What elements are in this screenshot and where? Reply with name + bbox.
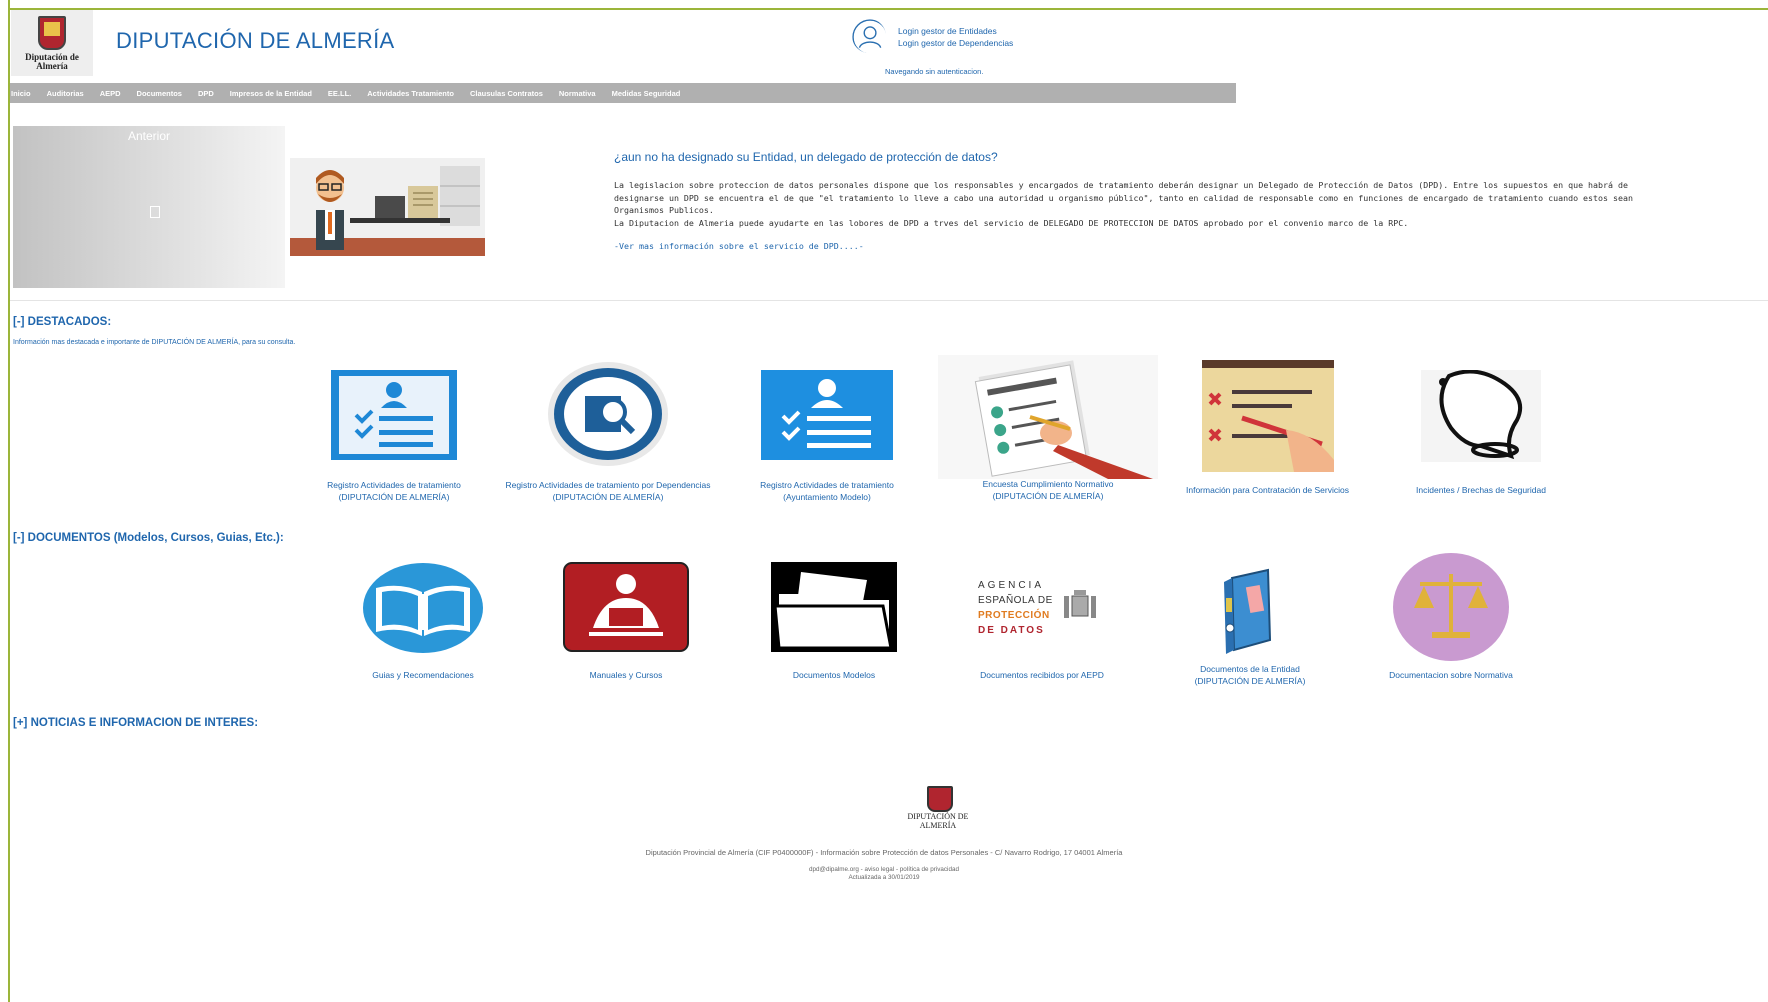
tile-label: Documentos de la Entidad	[1200, 664, 1300, 674]
tile-label: Incidentes / Brechas de Seguridad	[1416, 485, 1546, 495]
dpd-more-info-link[interactable]: -Ver mas información sobre el servicio d…	[614, 241, 864, 251]
tile-registro-dependencias[interactable]: Registro Actividades de tratamiento por …	[496, 360, 720, 505]
tile-manuales[interactable]: Manuales y Cursos	[546, 562, 706, 686]
logo-text: Diputación de Almería	[25, 51, 79, 71]
site-logo[interactable]: Diputación de Almería	[11, 10, 93, 76]
tile-label: Documentos recibidos por AEPD	[980, 670, 1104, 680]
footer-legal-links[interactable]: dpd@dipalme.org - aviso legal - política…	[0, 866, 1768, 874]
tile-sublabel: (DIPUTACIÓN DE ALMERÍA)	[992, 491, 1104, 501]
intro-question: ¿aun no ha designado su Entidad, un dele…	[614, 150, 998, 164]
tile-label: Encuesta Cumplimiento Normativo	[982, 479, 1114, 489]
intro-line: La legislacion sobre proteccion de datos…	[614, 180, 1629, 190]
footer-info: Diputación Provincial de Almería (CIF P0…	[645, 848, 1123, 857]
bell-icon	[1421, 370, 1541, 462]
tile-documentos-aepd[interactable]: AGENCIA ESPAÑOLA DE PROTECCIÓN DE DATOS …	[962, 570, 1122, 686]
tile-sublabel: (Ayuntamiento Modelo)	[783, 492, 871, 502]
destacados-heading[interactable]: [-] DESTACADOS:	[13, 316, 111, 328]
login-entidades-link[interactable]: Login gestor de Entidades	[898, 25, 1013, 37]
tile-sublabel: (DIPUTACIÓN DE ALMERÍA)	[552, 492, 664, 502]
folder-documents-icon	[771, 562, 897, 652]
aepd-logo-line: ESPAÑOLA DE	[978, 595, 1053, 606]
reader-icon	[563, 562, 689, 652]
contract-pencil-icon	[1201, 360, 1334, 472]
tile-registro-ayuntamiento[interactable]: Registro Actividades de tratamiento (Ayu…	[748, 370, 906, 505]
menu-item-clausulas[interactable]: Clausulas Contratos	[470, 89, 551, 98]
tile-documentos-entidad[interactable]: Documentos de la Entidad (DIPUTACIÓN DE …	[1172, 568, 1328, 692]
footer-coat-of-arms-icon	[927, 786, 953, 812]
documentos-heading[interactable]: [-] DOCUMENTOS (Modelos, Cursos, Guias, …	[13, 532, 284, 544]
frame-border-top	[8, 8, 1768, 10]
footer-links: dpd@dipalme.org - aviso legal - política…	[0, 866, 1768, 882]
menu-item-dpd[interactable]: DPD	[198, 89, 222, 98]
aepd-logo-line: PROTECCIÓN	[978, 610, 1050, 621]
magnifier-document-icon	[548, 362, 668, 466]
scales-of-justice-icon	[1393, 553, 1509, 661]
site-title[interactable]: DIPUTACIÓN DE ALMERÍA	[116, 28, 395, 54]
book-icon	[363, 563, 483, 653]
footer-updated: Actualizada a 30/01/2019	[848, 874, 920, 881]
login-dependencias-link[interactable]: Login gestor de Dependencias	[898, 37, 1013, 49]
tile-label: Registro Actividades de tratamiento por …	[505, 480, 711, 490]
menu-item-medidas[interactable]: Medidas Seguridad	[612, 89, 689, 98]
tile-sublabel: (DIPUTACIÓN DE ALMERÍA)	[1194, 676, 1306, 686]
carousel-prev-button[interactable]: Anterior	[13, 129, 285, 143]
menu-item-documentos[interactable]: Documentos	[137, 89, 190, 98]
binder-icon	[1224, 568, 1272, 654]
noticias-heading[interactable]: [+] NOTICIAS E INFORMACION DE INTERES:	[13, 717, 258, 729]
survey-checklist-icon	[938, 355, 1158, 479]
intro-text: La legislacion sobre proteccion de datos…	[614, 179, 1768, 229]
menu-item-aepd[interactable]: AEPD	[100, 89, 129, 98]
tile-sublabel: (DIPUTACIÓN DE ALMERÍA)	[338, 492, 450, 502]
intro-line: La Diputacion de Almeria puede ayudarte …	[614, 217, 1409, 228]
tile-documentos-modelos[interactable]: Documentos Modelos	[754, 562, 914, 686]
intro-line: designarse un DPD se encuentra el de que…	[614, 192, 1634, 203]
coat-of-arms-icon	[38, 15, 66, 50]
carousel-indicator-icon[interactable]	[150, 206, 160, 218]
tile-label: Registro Actividades de tratamiento	[327, 480, 461, 490]
tile-label: Documentos Modelos	[792, 670, 876, 680]
tile-contratacion[interactable]: Información para Contratación de Servici…	[1175, 360, 1360, 505]
tile-label: Manuales y Cursos	[589, 670, 663, 680]
auth-status: Navegando sin autenticacion.	[885, 67, 984, 76]
tile-registro-actividades[interactable]: Registro Actividades de tratamiento (DIP…	[314, 370, 474, 505]
menu-item-impresos[interactable]: Impresos de la Entidad	[230, 89, 320, 98]
menu-item-eell[interactable]: EE.LL.	[328, 89, 359, 98]
tile-label: Registro Actividades de tratamiento	[760, 480, 894, 490]
main-menu: Inicio Auditorias AEPD Documentos DPD Im…	[10, 83, 1236, 103]
menu-item-auditorias[interactable]: Auditorias	[47, 89, 92, 98]
tile-encuesta[interactable]: Encuesta Cumplimiento Normativo (DIPUTAC…	[938, 355, 1158, 505]
destacados-subtitle: Información mas destacada e importante d…	[13, 339, 296, 346]
aepd-logo-line: DE DATOS	[978, 625, 1045, 636]
intro-line: Organismos Publicos.	[614, 205, 714, 216]
divider	[10, 300, 1768, 301]
registry-icon	[331, 370, 457, 460]
carousel: Anterior	[13, 126, 285, 288]
tile-label: Guias y Recomendaciones	[372, 670, 474, 680]
footer-logo-text: DIPUTACIÓN DE ALMERÍA	[907, 812, 969, 830]
tile-normativa[interactable]: Documentacion sobre Normativa	[1378, 552, 1524, 686]
tile-label: Documentacion sobre Normativa	[1389, 670, 1513, 680]
registry-list-icon	[761, 370, 893, 460]
menu-item-inicio[interactable]: Inicio	[11, 89, 39, 98]
menu-item-normativa[interactable]: Normativa	[559, 89, 604, 98]
tile-label: Información para Contratación de Servici…	[1186, 485, 1349, 495]
login-links: Login gestor de Entidades Login gestor d…	[898, 25, 1013, 49]
spain-coat-of-arms-icon	[1064, 590, 1096, 618]
tile-incidentes[interactable]: Incidentes / Brechas de Seguridad	[1395, 370, 1567, 505]
aepd-logo: AGENCIA ESPAÑOLA DE PROTECCIÓN DE DATOS	[962, 570, 1122, 640]
tile-guias[interactable]: Guias y Recomendaciones	[343, 562, 503, 686]
aepd-logo-line: AGENCIA	[978, 580, 1045, 591]
user-icon[interactable]	[852, 19, 886, 53]
dpd-illustration	[290, 158, 485, 256]
menu-item-actividades[interactable]: Actividades Tratamiento	[367, 89, 462, 98]
